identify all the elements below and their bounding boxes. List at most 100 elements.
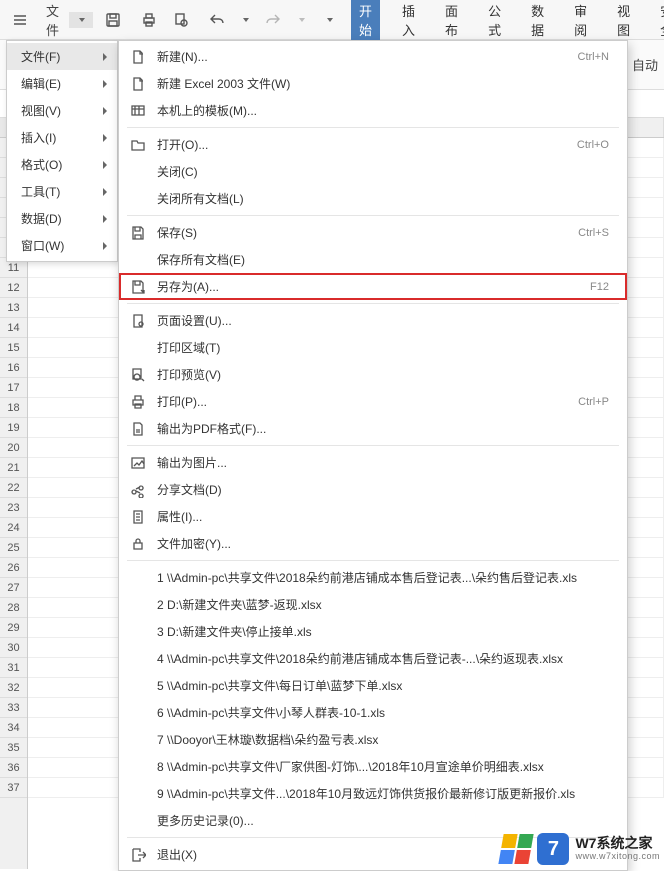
redo-caret[interactable] <box>289 12 313 28</box>
tab-view[interactable]: 视图 <box>609 0 638 45</box>
row-header[interactable]: 36 <box>0 758 27 778</box>
blank-icon <box>129 251 147 269</box>
file-menu-item-label: 3 D:\新建文件夹\停止接单.xls <box>157 623 609 640</box>
row-header[interactable]: 23 <box>0 498 27 518</box>
file-menu-item[interactable]: 保存(S)Ctrl+S <box>119 219 627 246</box>
row-header[interactable]: 21 <box>0 458 27 478</box>
file-menu-item[interactable]: 更多历史记录(0)... <box>119 807 627 834</box>
menu-separator <box>127 445 619 446</box>
tab-formula[interactable]: 公式 <box>480 0 509 45</box>
file-menu-item[interactable]: 关闭所有文档(L) <box>119 185 627 212</box>
file-dropdown-caret[interactable] <box>69 12 93 28</box>
file-menu-item[interactable]: 关闭(C) <box>119 158 627 185</box>
file-button[interactable]: 文件 <box>36 0 69 45</box>
row-header[interactable]: 26 <box>0 558 27 578</box>
file-menu-item[interactable]: 新建(N)...Ctrl+N <box>119 43 627 70</box>
classic-menu-item[interactable]: 文件(F) <box>7 43 117 70</box>
props-icon <box>129 508 147 526</box>
file-menu-item[interactable]: 2 D:\新建文件夹\蓝梦-返现.xlsx <box>119 591 627 618</box>
print-icon[interactable] <box>133 6 165 34</box>
classic-menu-item[interactable]: 格式(O) <box>7 151 117 178</box>
classic-menu-item[interactable]: 视图(V) <box>7 97 117 124</box>
row-header[interactable]: 19 <box>0 418 27 438</box>
row-header[interactable]: 15 <box>0 338 27 358</box>
classic-menu-label: 编辑(E) <box>21 75 61 92</box>
row-header[interactable]: 33 <box>0 698 27 718</box>
classic-menu-label: 文件(F) <box>21 48 60 65</box>
row-header[interactable]: 28 <box>0 598 27 618</box>
tab-insert[interactable]: 插入 <box>394 0 423 45</box>
row-header[interactable]: 32 <box>0 678 27 698</box>
file-menu-item[interactable]: 1 \\Admin-pc\共享文件\2018朵约前港店铺成本售后登记表...\朵… <box>119 564 627 591</box>
row-header[interactable]: 25 <box>0 538 27 558</box>
classic-menu-item[interactable]: 窗口(W) <box>7 232 117 259</box>
menu-separator <box>127 560 619 561</box>
row-header[interactable]: 14 <box>0 318 27 338</box>
row-header[interactable]: 29 <box>0 618 27 638</box>
chevron-right-icon <box>103 215 107 223</box>
more-caret[interactable] <box>317 12 341 28</box>
row-header[interactable]: 20 <box>0 438 27 458</box>
undo-icon[interactable] <box>201 6 233 34</box>
file-menu-item[interactable]: 属性(I)... <box>119 503 627 530</box>
file-menu-item[interactable]: 页面设置(U)... <box>119 307 627 334</box>
file-menu-panel: 新建(N)...Ctrl+N新建 Excel 2003 文件(W)本机上的模板(… <box>118 40 628 871</box>
menu-icon[interactable] <box>4 6 36 34</box>
file-menu-item[interactable]: 打印预览(V) <box>119 361 627 388</box>
row-header[interactable]: 18 <box>0 398 27 418</box>
redo-icon[interactable] <box>257 6 289 34</box>
row-header[interactable]: 17 <box>0 378 27 398</box>
file-menu-item[interactable]: 5 \\Admin-pc\共享文件\每日订单\蓝梦下单.xlsx <box>119 672 627 699</box>
file-menu-item[interactable]: 保存所有文档(E) <box>119 246 627 273</box>
undo-caret[interactable] <box>233 12 257 28</box>
blank-icon <box>129 623 147 641</box>
save-icon[interactable] <box>97 6 129 34</box>
file-menu-item[interactable]: 文件加密(Y)... <box>119 530 627 557</box>
file-menu-item[interactable]: 打印区域(T) <box>119 334 627 361</box>
file-menu-item[interactable]: 4 \\Admin-pc\共享文件\2018朵约前港店铺成本售后登记表-...\… <box>119 645 627 672</box>
classic-menu-label: 格式(O) <box>21 156 62 173</box>
file-menu-item-label: 输出为图片... <box>157 454 609 471</box>
row-header[interactable]: 24 <box>0 518 27 538</box>
classic-menu-item[interactable]: 编辑(E) <box>7 70 117 97</box>
row-header[interactable]: 13 <box>0 298 27 318</box>
classic-menu-item[interactable]: 工具(T) <box>7 178 117 205</box>
tab-review[interactable]: 审阅 <box>566 0 595 45</box>
file-menu-item[interactable]: 8 \\Admin-pc\共享文件\厂家供图-灯饰\...\2018年10月宣途… <box>119 753 627 780</box>
file-menu-item-label: 4 \\Admin-pc\共享文件\2018朵约前港店铺成本售后登记表-...\… <box>157 650 609 667</box>
classic-menu-item[interactable]: 数据(D) <box>7 205 117 232</box>
row-header[interactable]: 31 <box>0 658 27 678</box>
file-menu-item-label: 保存所有文档(E) <box>157 251 609 268</box>
file-menu-item[interactable]: 9 \\Admin-pc\共享文件...\2018年10月致远灯饰供货报价最新修… <box>119 780 627 807</box>
file-menu-item[interactable]: 打印(P)...Ctrl+P <box>119 388 627 415</box>
file-menu-item[interactable]: 打开(O)...Ctrl+O <box>119 131 627 158</box>
file-menu-item[interactable]: 新建 Excel 2003 文件(W) <box>119 70 627 97</box>
row-header[interactable]: 37 <box>0 778 27 798</box>
file-menu-item[interactable]: 本机上的模板(M)... <box>119 97 627 124</box>
print-preview-icon[interactable] <box>165 6 197 34</box>
file-menu-item[interactable]: 输出为PDF格式(F)... <box>119 415 627 442</box>
file-menu-item[interactable]: 输出为图片... <box>119 449 627 476</box>
file-menu-item[interactable]: 3 D:\新建文件夹\停止接单.xls <box>119 618 627 645</box>
file-menu-item-shortcut: F12 <box>590 281 609 293</box>
tab-data[interactable]: 数据 <box>523 0 552 45</box>
file-menu-item[interactable]: 另存为(A)...F12 <box>119 273 627 300</box>
share-icon <box>129 481 147 499</box>
file-menu-item-label: 打开(O)... <box>157 136 567 153</box>
row-header[interactable]: 34 <box>0 718 27 738</box>
classic-menu-item[interactable]: 插入(I) <box>7 124 117 151</box>
tab-security[interactable]: 安全 <box>652 0 664 45</box>
file-menu-item[interactable]: 6 \\Admin-pc\共享文件\小琴人群表-10-1.xls <box>119 699 627 726</box>
row-header[interactable]: 27 <box>0 578 27 598</box>
row-header[interactable]: 12 <box>0 278 27 298</box>
row-header[interactable]: 16 <box>0 358 27 378</box>
row-header[interactable]: 35 <box>0 738 27 758</box>
file-menu-item[interactable]: 7 \\Dooyor\王林璇\数据档\朵约盈亏表.xlsx <box>119 726 627 753</box>
blank-icon <box>129 569 147 587</box>
file-menu-item-label: 打印区域(T) <box>157 339 609 356</box>
row-header[interactable]: 22 <box>0 478 27 498</box>
row-header[interactable]: 30 <box>0 638 27 658</box>
tab-start[interactable]: 开始 <box>351 0 380 45</box>
file-menu-item[interactable]: 分享文档(D) <box>119 476 627 503</box>
blank-icon <box>129 758 147 776</box>
